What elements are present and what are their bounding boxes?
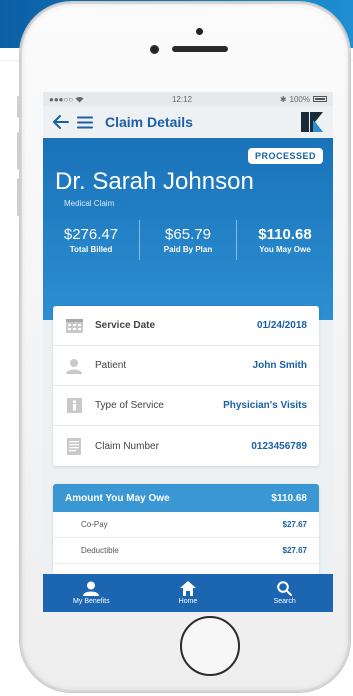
nav-bar: Claim Details [43, 106, 333, 138]
you-may-owe-value: $110.68 [258, 226, 312, 243]
detail-row-patient: Patient John Smith [53, 346, 319, 386]
page-title: Claim Details [105, 114, 193, 130]
detail-label: Type of Service [95, 400, 164, 411]
detail-value: John Smith [252, 360, 307, 371]
status-right: ✱ 100% [280, 95, 327, 104]
back-arrow-icon[interactable] [53, 115, 69, 129]
bluetooth-icon: ✱ [279, 94, 287, 104]
company-logo [301, 112, 323, 132]
claim-details-card: Service Date 01/24/2018 Patient John Smi… [53, 306, 319, 466]
total-billed-label: Total Billed [69, 245, 113, 254]
owe-value: $27.67 [282, 546, 307, 555]
battery-percent: 100% [289, 94, 310, 104]
promo-stage: ●●●○○ 12:12 ✱ 100% Claim Details PROCESS… [0, 0, 353, 696]
status-time: 12:12 [171, 94, 193, 104]
battery-icon [313, 96, 327, 102]
detail-label: Service Date [95, 320, 156, 331]
detail-value: 01/24/2018 [256, 320, 307, 331]
detail-row-service-date: Service Date 01/24/2018 [53, 306, 319, 346]
front-camera [150, 45, 159, 54]
you-may-owe: $110.68 You May Owe [236, 220, 333, 260]
tab-my-benefits[interactable]: My Benefits [43, 574, 140, 612]
detail-label: Patient [95, 360, 127, 371]
volume-down-button [17, 178, 21, 216]
tab-label: Search [273, 598, 296, 605]
detail-value: 0123456789 [251, 440, 307, 452]
document-icon [65, 437, 83, 455]
bottom-tab-bar: My Benefits Home Search [43, 574, 333, 612]
amount-owe-header[interactable]: Amount You May Owe $110.68 [53, 484, 319, 512]
detail-value: Physician's Visits [223, 400, 307, 411]
earpiece-speaker [172, 46, 228, 52]
person-icon [83, 581, 100, 596]
owe-row-deductible: Deductible $27.67 [53, 538, 319, 564]
owe-label: Deductible [81, 546, 119, 555]
volume-up-button [17, 132, 21, 170]
tab-label: Home [178, 598, 198, 605]
provider-name: Dr. Sarah Johnson [55, 168, 254, 195]
carrier-dots: ●●●○○ [49, 94, 74, 104]
owe-label: Co-Pay [81, 520, 108, 529]
paid-by-plan-label: Paid By Plan [163, 245, 213, 254]
tab-label: My Benefits [73, 598, 110, 605]
hamburger-menu-icon[interactable] [77, 116, 93, 129]
tab-home[interactable]: Home [140, 574, 237, 612]
signal-indicator: ●●●○○ [49, 95, 84, 104]
owe-value: $27.67 [282, 520, 307, 529]
you-may-owe-label: You May Owe [259, 245, 311, 254]
detail-row-claim-number: Claim Number 0123456789 [53, 426, 319, 466]
claim-totals: $276.47 Total Billed $65.79 Paid By Plan… [43, 220, 333, 260]
mute-switch [17, 96, 21, 118]
person-icon [65, 357, 83, 375]
home-hardware-button[interactable] [180, 616, 240, 676]
paid-by-plan: $65.79 Paid By Plan [139, 220, 236, 260]
wifi-icon [75, 96, 84, 102]
amount-owe-title: Amount You May Owe [65, 492, 170, 504]
amount-owe-total: $110.68 [271, 492, 307, 504]
app-screen: ●●●○○ 12:12 ✱ 100% Claim Details PROCESS… [43, 92, 333, 612]
tab-search[interactable]: Search [236, 574, 333, 612]
claim-summary: PROCESSED Dr. Sarah Johnson Medical Clai… [43, 138, 333, 320]
info-icon [65, 397, 83, 415]
search-icon [277, 581, 293, 596]
total-billed-value: $276.47 [63, 226, 119, 243]
top-camera [196, 28, 203, 35]
status-badge: PROCESSED [247, 148, 323, 164]
status-bar: ●●●○○ 12:12 ✱ 100% [43, 92, 333, 106]
claim-type: Medical Claim [64, 199, 115, 208]
total-billed: $276.47 Total Billed [43, 220, 139, 260]
owe-row-copay: Co-Pay $27.67 [53, 512, 319, 538]
home-icon [180, 581, 196, 596]
paid-by-plan-value: $65.79 [165, 226, 211, 243]
detail-label: Claim Number [95, 440, 159, 452]
detail-row-type-of-service: Type of Service Physician's Visits [53, 386, 319, 426]
calendar-icon [65, 317, 83, 335]
